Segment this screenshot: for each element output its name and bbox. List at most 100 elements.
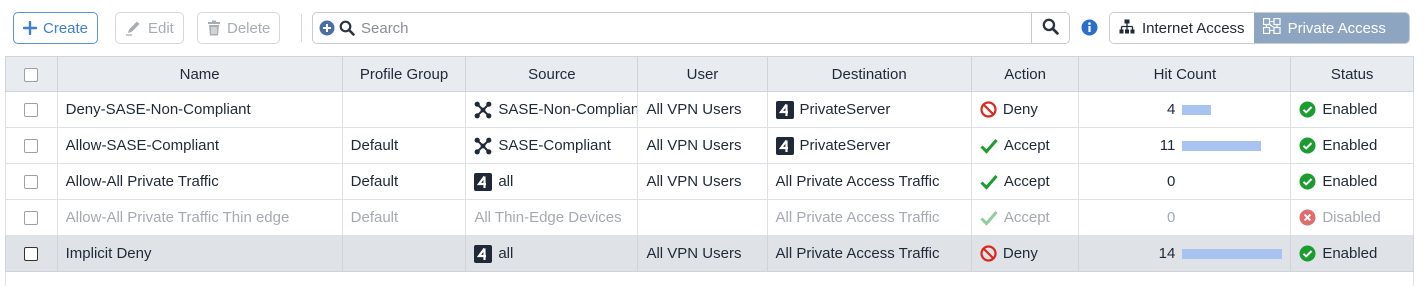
status-value: Enabled — [1322, 137, 1378, 155]
select-all-checkbox[interactable] — [24, 67, 39, 82]
column-header-status[interactable]: Status — [1290, 56, 1414, 92]
delete-button[interactable]: Delete — [197, 12, 281, 44]
hit-count-bar — [1182, 104, 1212, 115]
action-cell: Deny — [970, 235, 1080, 272]
profile-group — [341, 235, 467, 272]
policy-name: Allow-SASE-Compliant — [56, 127, 343, 164]
destination-value: PrivateServer — [799, 101, 891, 119]
source-cell: All Thin-Edge Devices — [465, 199, 639, 236]
table-row[interactable]: Deny-SASE-Non-Compliant SASE-Non-Complia… — [5, 91, 1414, 128]
row-select-cell[interactable] — [5, 91, 58, 128]
object-icon — [474, 172, 493, 191]
hit-count-cell: 14 — [1078, 235, 1292, 272]
hit-count-bar — [1182, 140, 1262, 151]
search-input[interactable] — [359, 14, 1029, 42]
column-header-user[interactable]: User — [637, 56, 768, 92]
source-cell: SASE-Non-Compliant — [465, 91, 639, 128]
cluster-icon — [474, 101, 492, 119]
table-row[interactable]: Allow-SASE-Compliant Default SASE-Compli… — [5, 127, 1414, 164]
enabled-status-icon — [1299, 137, 1316, 154]
column-header-action[interactable]: Action — [970, 56, 1080, 92]
source-value: SASE-Compliant — [498, 137, 611, 155]
user-value — [637, 199, 768, 236]
action-cell: Deny — [970, 91, 1080, 128]
edit-button[interactable]: Edit — [115, 12, 184, 44]
status-value: Enabled — [1322, 101, 1378, 119]
action-cell: Accept — [970, 163, 1080, 200]
search-icon — [1042, 18, 1059, 39]
table-row[interactable]: Allow-All Private Traffic Thin edge Defa… — [5, 199, 1414, 236]
destination-cell: All Private Access Traffic — [766, 235, 972, 272]
destination-value: All Private Access Traffic — [775, 173, 940, 191]
profile-group: Default — [341, 127, 467, 164]
column-header-name[interactable]: Name — [56, 56, 343, 92]
status-cell: Enabled — [1290, 163, 1414, 200]
destination-cell: PrivateServer — [766, 91, 972, 128]
action-value: Accept — [1003, 173, 1050, 191]
hit-count-value: 14 — [1158, 245, 1176, 262]
table-header-row: Name Profile Group Source User Destinati… — [5, 56, 1414, 92]
add-filter-icon[interactable] — [319, 20, 335, 40]
status-cell: Enabled — [1290, 235, 1414, 272]
hit-count-track — [1182, 140, 1282, 151]
row-checkbox[interactable] — [24, 139, 39, 154]
hit-count-cell: 0 — [1078, 199, 1292, 236]
internet-access-tab[interactable]: Internet Access — [1110, 13, 1254, 43]
row-checkbox[interactable] — [24, 103, 39, 118]
row-checkbox[interactable] — [24, 211, 39, 226]
status-value: Enabled — [1322, 173, 1378, 191]
source-value: SASE-Non-Compliant — [498, 101, 638, 119]
destination-cell: All Private Access Traffic — [766, 163, 972, 200]
column-header-profile-group[interactable]: Profile Group — [341, 56, 467, 92]
row-checkbox[interactable] — [24, 175, 39, 190]
private-network-icon — [1262, 17, 1281, 38]
deny-icon — [980, 101, 997, 118]
action-cell: Accept — [970, 199, 1080, 236]
row-select-cell[interactable] — [5, 163, 58, 200]
deny-icon — [980, 245, 997, 262]
table-footer-spacer — [5, 271, 1414, 286]
toolbar: Create Edit Delete Search Internet Acces… — [0, 0, 1426, 56]
toolbar-divider — [301, 14, 302, 42]
column-header-hit-count[interactable]: Hit Count — [1078, 56, 1292, 92]
column-header-source[interactable]: Source — [465, 56, 639, 92]
disabled-status-icon — [1299, 209, 1316, 226]
policy-name: Implicit Deny — [56, 235, 343, 272]
profile-group: Default — [341, 163, 467, 200]
destination-value: All Private Access Traffic — [775, 209, 940, 227]
row-checkbox[interactable] — [24, 247, 39, 262]
destination-cell: All Private Access Traffic — [766, 199, 972, 236]
create-label: Create — [43, 19, 89, 37]
row-select-cell[interactable] — [5, 127, 58, 164]
delete-label: Delete — [227, 19, 271, 37]
private-access-label: Private Access — [1287, 19, 1386, 37]
search-submit-button[interactable] — [1031, 13, 1069, 43]
table-row[interactable]: Implicit Deny all All VPN Users All Priv… — [5, 235, 1414, 272]
action-value: Accept — [1003, 137, 1050, 155]
policy-name: Deny-SASE-Non-Compliant — [56, 91, 343, 128]
column-header-destination[interactable]: Destination — [766, 56, 972, 92]
internet-access-label: Internet Access — [1142, 19, 1245, 37]
table-row[interactable]: Allow-All Private Traffic Default all Al… — [5, 163, 1414, 200]
status-value: Disabled — [1322, 209, 1381, 227]
hit-count-track — [1182, 104, 1282, 115]
source-cell: all — [465, 163, 639, 200]
row-select-cell[interactable] — [5, 235, 58, 272]
enabled-status-icon — [1299, 101, 1316, 118]
source-value: All Thin-Edge Devices — [474, 209, 622, 227]
select-all-header[interactable] — [5, 56, 58, 92]
enabled-status-icon — [1299, 245, 1316, 262]
pencil-icon — [125, 20, 142, 36]
object-icon — [775, 136, 794, 155]
source-cell: all — [465, 235, 639, 272]
search-box — [312, 12, 1070, 44]
policy-table: Name Profile Group Source User Destinati… — [5, 56, 1414, 286]
row-select-cell[interactable] — [5, 199, 58, 236]
hit-count-value: 0 — [1166, 173, 1176, 190]
private-access-tab[interactable]: Private Access — [1253, 13, 1409, 43]
hit-count-value: 11 — [1159, 137, 1176, 154]
profile-group: Default — [341, 199, 467, 236]
hit-count-value: 0 — [1166, 209, 1176, 226]
info-icon[interactable] — [1081, 19, 1098, 40]
create-button[interactable]: Create — [13, 12, 99, 44]
